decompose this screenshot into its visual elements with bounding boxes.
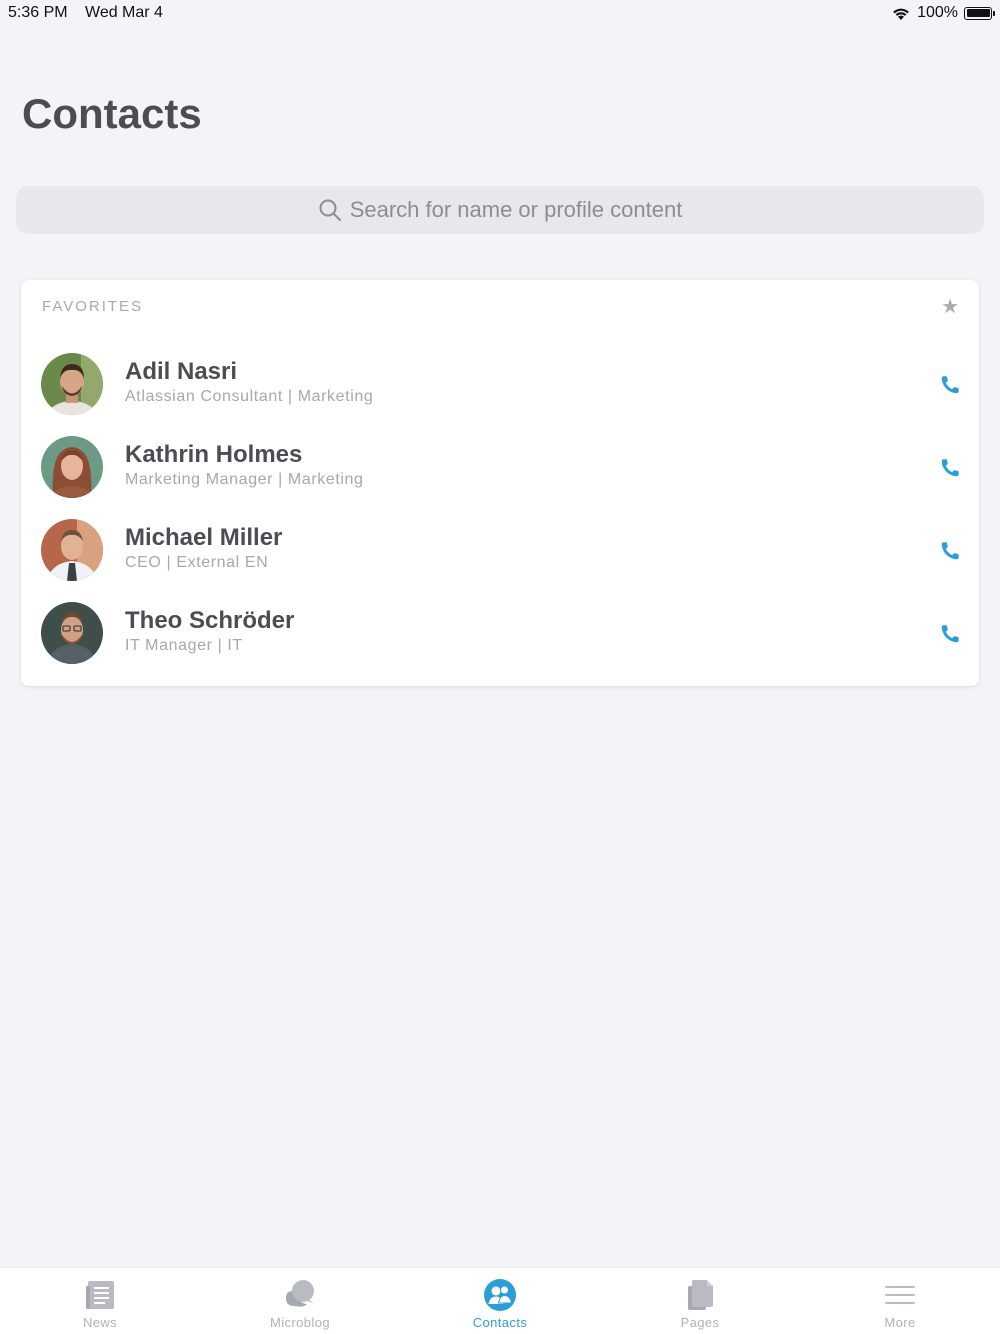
status-indicators: 100%	[891, 4, 995, 22]
tab-more[interactable]: More	[800, 1268, 1000, 1334]
contact-name: Michael Miller	[125, 524, 283, 551]
status-bar: 5:36 PM Wed Mar 4 100%	[0, 0, 1000, 28]
news-icon	[86, 1281, 114, 1309]
search-icon	[319, 199, 341, 221]
phone-icon[interactable]	[939, 374, 961, 396]
tab-label: News	[82, 1315, 118, 1330]
tab-pages[interactable]: Pages	[600, 1268, 800, 1334]
contact-row[interactable]: Theo Schröder IT Manager | IT	[21, 602, 979, 685]
avatar	[41, 353, 103, 415]
phone-icon[interactable]	[939, 623, 961, 645]
more-icon	[885, 1286, 915, 1304]
tab-bar: News Microblog Contacts Pages More	[0, 1267, 1000, 1334]
contact-row[interactable]: Adil Nasri Atlassian Consultant | Market…	[21, 353, 979, 436]
contact-subtitle: Marketing Manager | Marketing	[125, 471, 364, 488]
contact-name: Kathrin Holmes	[125, 441, 303, 468]
phone-icon[interactable]	[939, 457, 961, 479]
contact-subtitle: Atlassian Consultant | Marketing	[125, 388, 374, 405]
search-input[interactable]: Search for name or profile content	[16, 186, 984, 234]
contact-row[interactable]: Michael Miller CEO | External EN	[21, 519, 979, 602]
contact-subtitle: IT Manager | IT	[125, 637, 243, 654]
tab-label: Contacts	[472, 1315, 528, 1330]
favorites-card: FAVORITES ★ Adil Nasri Atlassian Consult…	[21, 280, 979, 686]
favorites-header: FAVORITES	[42, 298, 144, 315]
avatar	[41, 602, 103, 664]
status-date: Wed Mar 4	[85, 4, 163, 21]
star-icon[interactable]: ★	[941, 294, 959, 319]
page-title: Contacts	[22, 90, 202, 137]
pages-icon	[688, 1280, 713, 1310]
tab-news[interactable]: News	[0, 1268, 200, 1334]
phone-icon[interactable]	[939, 540, 961, 562]
contact-name: Theo Schröder	[125, 607, 295, 634]
avatar	[41, 436, 103, 498]
tab-label: More	[884, 1315, 916, 1330]
wifi-icon	[893, 8, 909, 20]
tab-label: Microblog	[270, 1315, 330, 1330]
contact-name: Adil Nasri	[125, 358, 238, 385]
battery-percent: 100%	[917, 4, 958, 21]
tab-contacts[interactable]: Contacts	[400, 1268, 600, 1334]
tab-label: Pages	[680, 1315, 720, 1330]
tab-microblog[interactable]: Microblog	[200, 1268, 400, 1334]
contact-row[interactable]: Kathrin Holmes Marketing Manager | Marke…	[21, 436, 979, 519]
avatar	[41, 519, 103, 581]
search-placeholder: Search for name or profile content	[349, 197, 683, 222]
contact-subtitle: CEO | External EN	[125, 554, 269, 571]
microblog-icon	[286, 1280, 314, 1307]
contacts-icon	[484, 1279, 516, 1311]
status-time: 5:36 PM	[8, 4, 68, 21]
battery-icon	[964, 6, 995, 20]
